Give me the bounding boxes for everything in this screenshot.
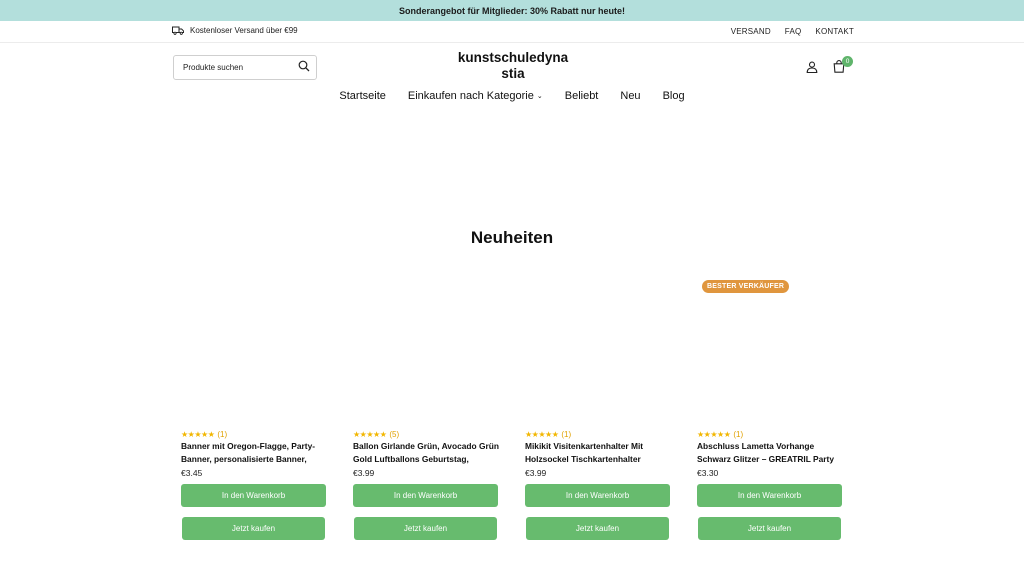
- section-title: Neuheiten: [470, 228, 554, 247]
- buy-now-button[interactable]: Jetzt kaufen: [698, 517, 841, 540]
- announcement-bar: Sonderangebot für Mitglieder: 30% Rabatt…: [0, 0, 1024, 21]
- add-to-cart-button[interactable]: In den Warenkorb: [697, 484, 842, 507]
- product-rating: ★★★★★ (5): [353, 430, 399, 439]
- rating-count: (1): [561, 430, 572, 439]
- product-rating: ★★★★★ (1): [181, 430, 227, 439]
- link-versand[interactable]: VERSAND: [731, 27, 771, 36]
- add-to-cart-button[interactable]: In den Warenkorb: [525, 484, 670, 507]
- nav-label: Beliebt: [564, 90, 599, 102]
- product-title[interactable]: Mikikit Visitenkartenhalter Mit Holzsock…: [525, 440, 671, 465]
- shipping-text: Kostenloser Versand über €99: [190, 26, 298, 35]
- link-faq[interactable]: FAQ: [785, 27, 802, 36]
- nav-item-kategorie[interactable]: Einkaufen nach Kategorie ⌄: [408, 90, 543, 102]
- nav-label: Einkaufen nach Kategorie: [407, 90, 534, 102]
- rating-count: (1): [733, 430, 744, 439]
- product-price: €3.99: [525, 468, 547, 478]
- rating-count: (1): [217, 430, 228, 439]
- nav-item-blog[interactable]: Blog: [663, 90, 685, 102]
- nav-label: Blog: [662, 90, 685, 102]
- product-price: €3.45: [181, 468, 203, 478]
- bestseller-badge: BESTER VERKÄUFER: [702, 280, 790, 293]
- product-card[interactable]: ★★★★★ (5) Ballon Girlande Grün, Avocado …: [353, 278, 499, 548]
- main-nav: Startseite Einkaufen nach Kategorie ⌄ Bel…: [0, 90, 1024, 102]
- add-to-cart-button[interactable]: In den Warenkorb: [353, 484, 498, 507]
- search-icon[interactable]: [298, 59, 310, 77]
- product-card[interactable]: ★★★★★ (1) Banner mit Oregon-Flagge, Part…: [181, 278, 327, 548]
- truck-icon: [172, 26, 184, 35]
- search-input[interactable]: [183, 63, 283, 72]
- nav-item-startseite[interactable]: Startseite: [339, 90, 385, 102]
- product-title[interactable]: Ballon Girlande Grün, Avocado Grün Gold …: [353, 440, 499, 465]
- nav-item-neu[interactable]: Neu: [620, 90, 640, 102]
- rating-stars-icon: ★★★★★: [525, 430, 559, 439]
- site-logo[interactable]: kunstschuledynastia: [456, 50, 570, 82]
- product-card[interactable]: ★★★★★ (1) Mikikit Visitenkartenhalter Mi…: [525, 278, 671, 548]
- add-to-cart-button[interactable]: In den Warenkorb: [181, 484, 326, 507]
- utility-links: VERSAND FAQ KONTAKT: [731, 27, 854, 36]
- link-kontakt[interactable]: KONTAKT: [815, 27, 854, 36]
- shipping-info: Kostenloser Versand über €99: [172, 26, 298, 35]
- rating-stars-icon: ★★★★★: [697, 430, 731, 439]
- announcement-text: Sonderangebot für Mitglieder: 30% Rabatt…: [398, 5, 625, 16]
- rating-count: (5): [389, 430, 400, 439]
- product-price: €3.99: [353, 468, 375, 478]
- product-title[interactable]: Abschluss Lametta Vorhange Schwarz Glitz…: [697, 440, 843, 465]
- buy-now-button[interactable]: Jetzt kaufen: [354, 517, 497, 540]
- rating-stars-icon: ★★★★★: [353, 430, 387, 439]
- rating-stars-icon: ★★★★★: [181, 430, 215, 439]
- product-rating: ★★★★★ (1): [525, 430, 571, 439]
- product-rating: ★★★★★ (1): [697, 430, 743, 439]
- chevron-down-icon: ⌄: [536, 93, 543, 100]
- product-title[interactable]: Banner mit Oregon-Flagge, Party-Banner, …: [181, 440, 327, 465]
- buy-now-button[interactable]: Jetzt kaufen: [182, 517, 325, 540]
- product-price: €3.30: [697, 468, 719, 478]
- nav-label: Neu: [620, 90, 641, 102]
- account-icon[interactable]: [806, 60, 818, 78]
- utility-bar: Kostenloser Versand über €99 VERSAND FAQ…: [0, 21, 1024, 43]
- nav-label: Startseite: [339, 90, 386, 102]
- search-box[interactable]: [173, 55, 317, 80]
- product-card[interactable]: BESTER VERKÄUFER ★★★★★ (1) Abschluss Lam…: [697, 278, 843, 548]
- nav-item-beliebt[interactable]: Beliebt: [565, 90, 599, 102]
- buy-now-button[interactable]: Jetzt kaufen: [526, 517, 669, 540]
- cart-count-badge: 0: [842, 56, 853, 67]
